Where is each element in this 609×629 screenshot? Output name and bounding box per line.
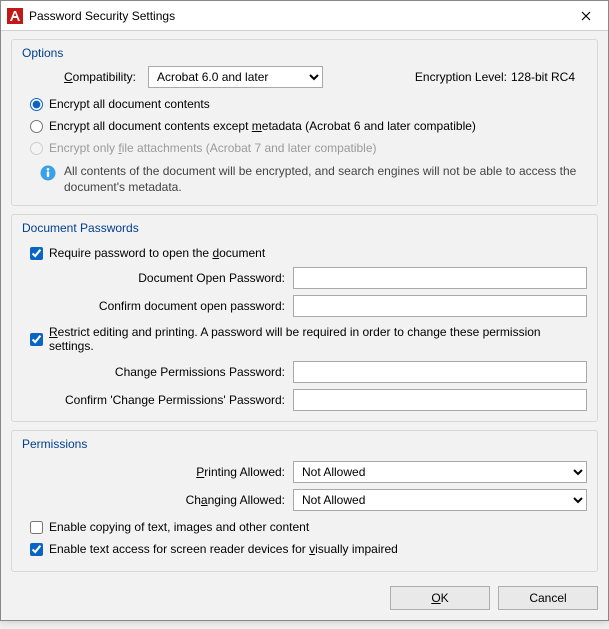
confirm-open-password-label: Confirm document open password: xyxy=(22,299,287,313)
radio-encrypt-except-metadata-label: Encrypt all document contents except met… xyxy=(49,119,476,133)
check-enable-screen-reader[interactable] xyxy=(30,543,43,556)
close-button[interactable] xyxy=(563,1,608,31)
button-bar: OK Cancel xyxy=(11,580,598,610)
compatibility-label: Compatibility: xyxy=(22,70,142,84)
group-options: Options Compatibility: Acrobat 6.0 and l… xyxy=(11,39,598,206)
radio-encrypt-attachments xyxy=(30,142,43,155)
change-permissions-password-input[interactable] xyxy=(293,361,587,383)
group-permissions: Permissions Printing Allowed: Not Allowe… xyxy=(11,430,598,572)
app-icon xyxy=(7,8,23,24)
confirm-open-password-input[interactable] xyxy=(293,295,587,317)
confirm-change-permissions-label: Confirm 'Change Permissions' Password: xyxy=(22,393,287,407)
info-text: All contents of the document will be enc… xyxy=(64,164,587,195)
encryption-level-value: 128-bit RC4 xyxy=(511,70,575,84)
check-enable-copying-label: Enable copying of text, images and other… xyxy=(49,520,309,534)
radio-encrypt-all-label: Encrypt all document contents xyxy=(49,97,210,111)
printing-allowed-label: Printing Allowed: xyxy=(22,465,287,479)
titlebar: Password Security Settings xyxy=(1,1,608,31)
group-document-passwords: Document Passwords Require password to o… xyxy=(11,214,598,422)
radio-encrypt-attachments-label: Encrypt only file attachments (Acrobat 7… xyxy=(49,141,377,155)
check-require-open-password-label: Require password to open the document xyxy=(49,246,265,260)
document-open-password-input[interactable] xyxy=(293,267,587,289)
group-title-options: Options xyxy=(22,46,587,66)
check-require-open-password[interactable] xyxy=(30,247,43,260)
close-icon xyxy=(581,11,591,21)
check-restrict-editing-label: Restrict editing and printing. A passwor… xyxy=(49,325,587,353)
radio-encrypt-except-metadata[interactable] xyxy=(30,120,43,133)
printing-allowed-combo[interactable]: Not Allowed xyxy=(293,461,587,483)
changing-allowed-label: Changing Allowed: xyxy=(22,493,287,507)
change-permissions-password-label: Change Permissions Password: xyxy=(22,365,287,379)
document-open-password-label: Document Open Password: xyxy=(22,271,287,285)
changing-allowed-combo[interactable]: Not Allowed xyxy=(293,489,587,511)
dialog-body: Options Compatibility: Acrobat 6.0 and l… xyxy=(1,31,608,620)
radio-encrypt-all[interactable] xyxy=(30,98,43,111)
group-title-passwords: Document Passwords xyxy=(22,221,587,241)
encryption-level-label: Encryption Level: xyxy=(415,70,507,84)
cancel-button[interactable]: Cancel xyxy=(498,586,598,610)
info-icon xyxy=(40,165,56,181)
check-restrict-editing[interactable] xyxy=(30,333,43,346)
confirm-change-permissions-input[interactable] xyxy=(293,389,587,411)
compatibility-combo[interactable]: Acrobat 6.0 and later xyxy=(148,66,323,88)
ok-button[interactable]: OK xyxy=(390,586,490,610)
check-enable-screen-reader-label: Enable text access for screen reader dev… xyxy=(49,542,398,556)
check-enable-copying[interactable] xyxy=(30,521,43,534)
group-title-permissions: Permissions xyxy=(22,437,587,457)
window-title: Password Security Settings xyxy=(29,9,563,23)
dialog-window: Password Security Settings Options Compa… xyxy=(0,0,609,621)
